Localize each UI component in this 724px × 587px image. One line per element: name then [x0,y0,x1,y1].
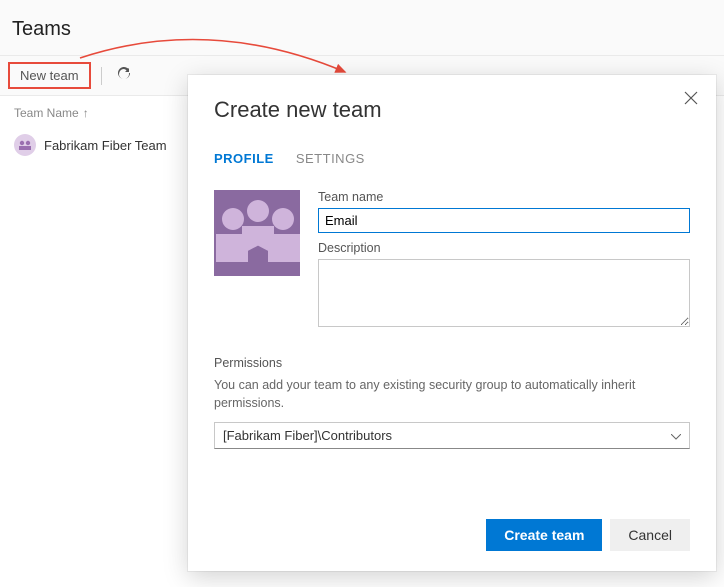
permissions-help-text: You can add your team to any existing se… [214,376,690,412]
team-name-label: Team name [318,190,690,204]
refresh-button[interactable] [112,62,136,89]
description-label: Description [318,241,690,255]
team-name-input[interactable] [318,208,690,233]
description-input[interactable] [318,259,690,327]
dialog-title: Create new team [214,97,690,123]
permissions-label: Permissions [214,356,690,370]
chevron-down-icon [671,428,681,443]
toolbar-divider [101,67,102,85]
team-name-cell: Fabrikam Fiber Team [44,138,167,153]
create-team-button[interactable]: Create team [486,519,602,551]
create-team-dialog: Create new team PROFILE SETTINGS Team na… [188,75,716,571]
team-avatar-icon [14,134,36,156]
page-title: Teams [12,18,712,41]
sort-ascending-icon: ↑ [83,106,89,120]
permissions-selected-value: [Fabrikam Fiber]\Contributors [223,428,392,443]
permissions-select[interactable]: [Fabrikam Fiber]\Contributors [214,422,690,449]
close-icon [684,93,698,108]
team-avatar-placeholder[interactable] [214,190,300,276]
refresh-icon [116,66,132,85]
tab-settings[interactable]: SETTINGS [296,151,365,168]
new-team-button[interactable]: New team [8,62,91,89]
close-button[interactable] [678,85,704,114]
cancel-button[interactable]: Cancel [610,519,690,551]
tab-profile[interactable]: PROFILE [214,151,274,168]
dialog-tabs: PROFILE SETTINGS [214,151,690,168]
column-header-label: Team Name [14,106,79,120]
